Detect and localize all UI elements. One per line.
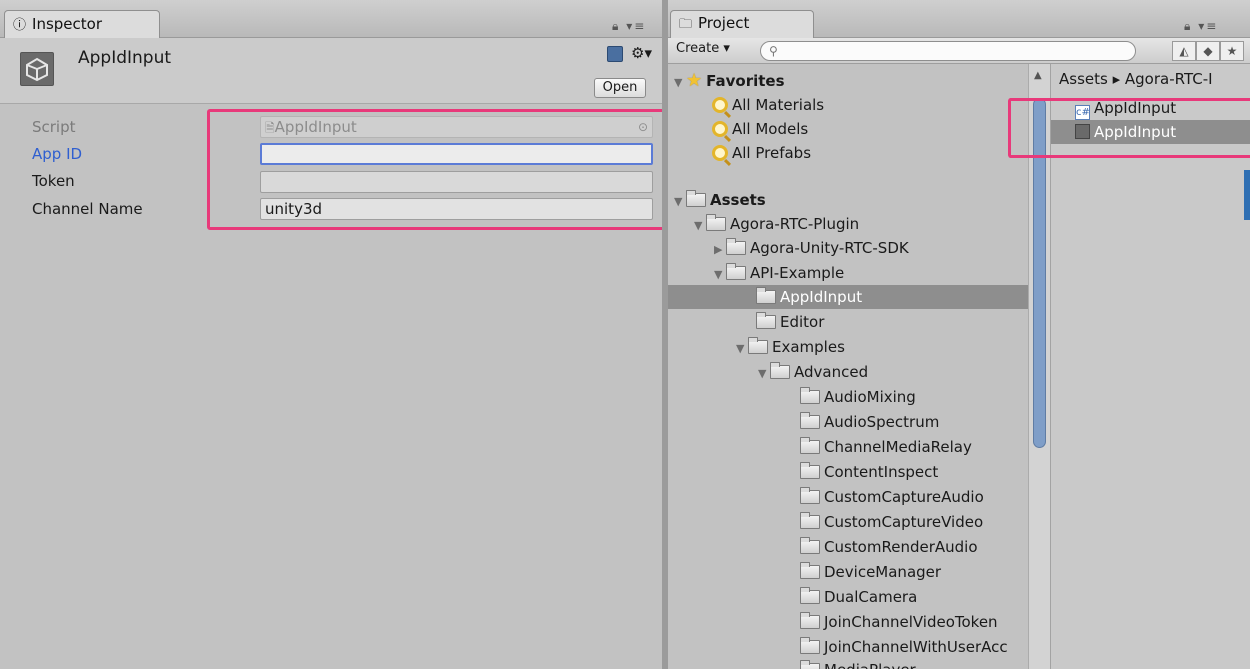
tree-item[interactable]: JoinChannelWithUserAcc — [668, 635, 1028, 659]
folder-icon — [800, 587, 820, 604]
info-icon: ⓘ — [13, 18, 27, 33]
folder-icon — [800, 437, 820, 454]
tree-editor[interactable]: Editor — [668, 310, 1028, 334]
tree-item[interactable]: DeviceManager — [668, 560, 1028, 584]
folder-icon — [726, 238, 746, 255]
folder-icon — [800, 487, 820, 504]
folder-icon — [800, 387, 820, 404]
folder-icon — [726, 263, 746, 280]
tree-item[interactable]: CustomCaptureAudio — [668, 485, 1028, 509]
collapse-arrow-icon[interactable]: ▶ — [714, 238, 726, 262]
script-label: Script — [32, 118, 76, 136]
create-dropdown[interactable]: Create ▾ — [676, 41, 730, 56]
folder-icon — [800, 537, 820, 554]
inspector-tabbar: ⓘ Inspector 🔒︎ ▾≡ — [0, 0, 662, 38]
tab-project[interactable]: 🗀 Project — [670, 10, 814, 38]
project-lock-menu-icon[interactable]: 🔒︎ ▾≡ — [1184, 19, 1218, 34]
folder-icon — [756, 312, 776, 329]
folder-icon — [748, 337, 768, 354]
tree-item[interactable]: AudioSpectrum — [668, 410, 1028, 434]
tree-all-models[interactable]: All Models — [668, 117, 1028, 141]
folder-tab-icon: 🗀 — [679, 17, 693, 32]
expand-arrow-icon[interactable]: ▼ — [758, 362, 770, 386]
tree-favorites[interactable]: ▼ ★ Favorites — [668, 69, 1028, 93]
app-id-label: App ID — [32, 145, 83, 163]
object-name: AppIdInput — [78, 48, 172, 68]
tree-examples[interactable]: ▼ Examples — [668, 335, 1028, 359]
folder-icon — [800, 612, 820, 629]
search-filter-icon — [712, 145, 728, 161]
expand-arrow-icon[interactable]: ▼ — [736, 337, 748, 361]
tree-item[interactable]: CustomCaptureVideo — [668, 510, 1028, 534]
folder-icon — [800, 462, 820, 479]
inspector-header: AppIdInput ⚙▾ Open — [0, 38, 662, 104]
scroll-up-arrow-icon[interactable]: ▲ — [1034, 70, 1042, 81]
tree-item[interactable]: MediaPlayer — [668, 658, 1028, 669]
folder-icon — [770, 362, 790, 379]
filter-type-icon[interactable]: ◭ — [1172, 41, 1196, 61]
expand-arrow-icon[interactable]: ▼ — [714, 263, 726, 287]
scroll-edge-indicator — [1244, 170, 1250, 220]
expand-arrow-icon[interactable]: ▼ — [694, 214, 706, 238]
tree-item[interactable]: ChannelMediaRelay — [668, 435, 1028, 459]
open-button[interactable]: Open — [594, 78, 646, 98]
help-book-icon[interactable] — [607, 45, 624, 62]
gear-icon[interactable]: ⚙▾ — [631, 44, 652, 62]
folder-icon — [800, 660, 820, 669]
search-filter-icon — [712, 97, 728, 113]
inspector-panel: ⓘ Inspector 🔒︎ ▾≡ AppIdInput ⚙▾ Open Scri… — [0, 0, 662, 669]
tree-agora-sdk[interactable]: ▶ Agora-Unity-RTC-SDK — [668, 236, 1028, 260]
project-toolbar: Create ▾ ⚲ ◭ ◆ ★ — [668, 38, 1250, 64]
expand-arrow-icon[interactable]: ▼ — [674, 190, 686, 214]
breadcrumb[interactable]: Assets ▸ Agora-RTC-I — [1059, 70, 1213, 88]
folder-icon — [800, 512, 820, 529]
tree-appidinput[interactable]: AppIdInput — [668, 285, 1028, 309]
lock-menu-icon[interactable]: 🔒︎ ▾≡ — [612, 19, 646, 34]
highlight-box-fields — [207, 109, 662, 230]
expand-arrow-icon[interactable]: ▼ — [674, 71, 686, 95]
filter-label-icon[interactable]: ◆ — [1196, 41, 1220, 61]
unity-logo-icon — [26, 57, 48, 82]
tree-item[interactable]: DualCamera — [668, 585, 1028, 609]
token-label: Token — [32, 172, 75, 190]
project-tree: ▼ ★ Favorites All Materials All Models All… — [668, 64, 1028, 669]
folder-icon — [800, 562, 820, 579]
search-input[interactable]: ⚲ — [760, 41, 1136, 61]
tree-all-prefabs[interactable]: All Prefabs — [668, 141, 1028, 165]
tree-item[interactable]: ContentInspect — [668, 460, 1028, 484]
header-icons: ⚙▾ — [607, 44, 652, 62]
favorite-star-icon[interactable]: ★ — [1220, 41, 1244, 61]
tree-advanced[interactable]: ▼ Advanced — [668, 360, 1028, 384]
folder-icon — [686, 190, 706, 207]
search-filter-icon — [712, 121, 728, 137]
tree-item[interactable]: AudioMixing — [668, 385, 1028, 409]
tree-all-materials[interactable]: All Materials — [668, 93, 1028, 117]
folder-icon — [756, 287, 776, 304]
tree-api-example[interactable]: ▼ API-Example — [668, 261, 1028, 285]
unity-scene-icon — [20, 52, 54, 86]
tree-assets[interactable]: ▼ Assets — [668, 188, 1028, 212]
project-tabbar: 🗀 Project 🔒︎ ▾≡ — [668, 0, 1250, 38]
folder-icon — [800, 412, 820, 429]
search-icon: ⚲ — [769, 44, 778, 58]
tree-agora-plugin[interactable]: ▼ Agora-RTC-Plugin — [668, 212, 1028, 236]
highlight-box-assets — [1008, 98, 1250, 158]
folder-icon — [706, 214, 726, 231]
tab-inspector[interactable]: ⓘ Inspector — [4, 10, 160, 38]
filter-buttons: ◭ ◆ ★ — [1172, 41, 1244, 61]
channel-name-label: Channel Name — [32, 200, 143, 218]
folder-icon — [800, 637, 820, 654]
star-icon: ★ — [686, 70, 703, 91]
tree-item[interactable]: JoinChannelVideoToken — [668, 610, 1028, 634]
tree-item[interactable]: CustomRenderAudio — [668, 535, 1028, 559]
